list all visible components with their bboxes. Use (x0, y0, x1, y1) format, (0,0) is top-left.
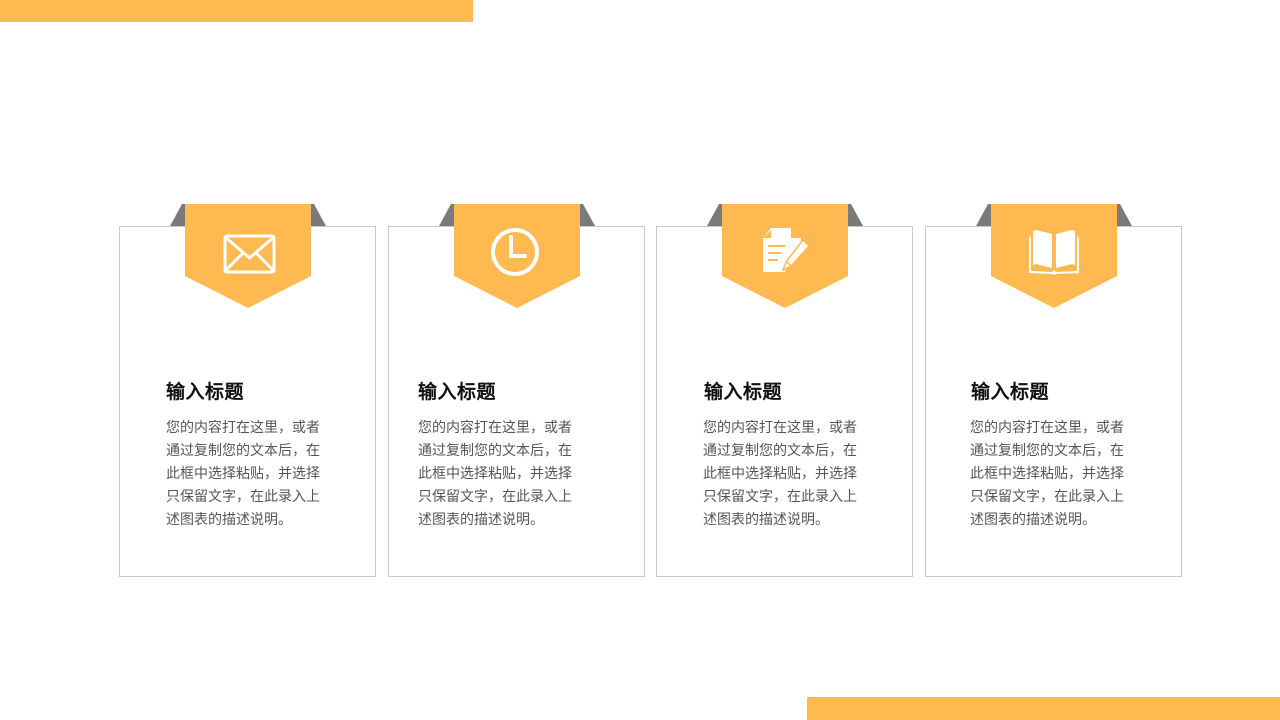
card-title: 输入标题 (418, 381, 497, 403)
card-2-ribbon-tab (439, 204, 595, 308)
card-description: 您的内容打在这里，或者 通过复制您的文本后，在 此框中选择粘贴，并选择 只保留文… (166, 420, 320, 528)
card-title: 输入标题 (971, 381, 1050, 403)
card-3-ribbon-tab (707, 204, 863, 308)
card-description: 您的内容打在这里，或者 通过复制您的文本后，在 此框中选择粘贴，并选择 只保留文… (970, 420, 1124, 528)
card-description: 您的内容打在这里，或者 通过复制您的文本后，在 此框中选择粘贴，并选择 只保留文… (418, 420, 572, 528)
card-title: 输入标题 (166, 381, 245, 403)
card-description: 您的内容打在这里，或者 通过复制您的文本后，在 此框中选择粘贴，并选择 只保留文… (703, 420, 857, 528)
top-accent-bar (0, 0, 473, 22)
bottom-accent-bar (807, 697, 1280, 720)
card-1-ribbon-tab (170, 204, 326, 308)
card-title: 输入标题 (704, 381, 783, 403)
card-4-ribbon-tab (976, 204, 1132, 308)
